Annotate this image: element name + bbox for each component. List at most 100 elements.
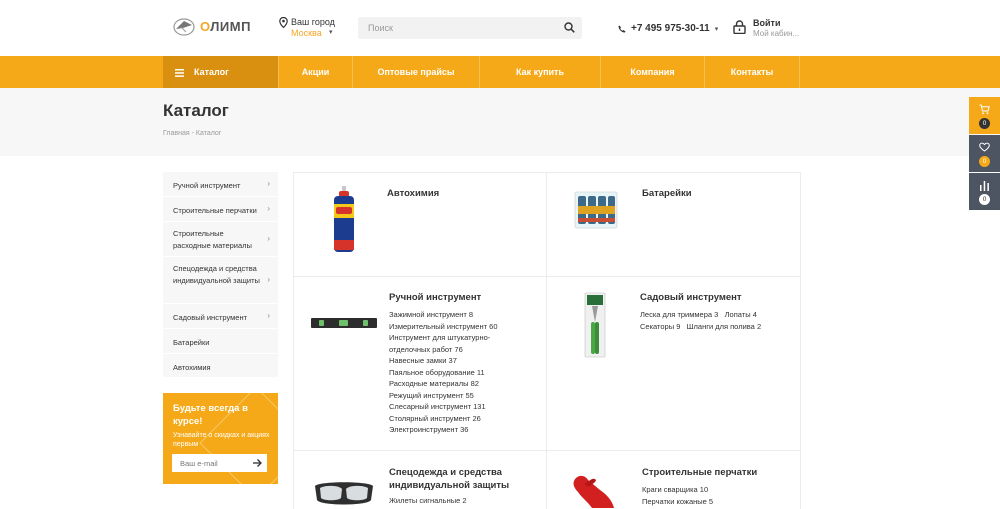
subcategory-list-gloves: Краги сварщика 10 Перчатки кожаные 5: [642, 484, 713, 507]
sidebar-item-label: Строительные расходные материалы: [173, 229, 252, 250]
chevron-down-icon[interactable]: ▾: [329, 28, 333, 36]
list-item[interactable]: Инструмент для штукатурно-: [389, 332, 498, 344]
sidebar-item-batteries[interactable]: Батарейки: [163, 329, 278, 354]
grid-divider: [546, 172, 547, 509]
chevron-right-icon: ›: [267, 311, 270, 320]
site-logo[interactable]: ОЛИМП: [172, 15, 251, 37]
breadcrumb-current: Каталог: [195, 130, 222, 137]
list-item[interactable]: Краги сварщика 10: [642, 484, 713, 496]
chevron-right-icon: ›: [267, 275, 270, 284]
map-pin-icon: [279, 17, 288, 28]
search-box: [358, 17, 582, 39]
sidebar-item-label: Спецодежда и средства индивидуальной защ…: [173, 264, 260, 285]
sidebar-item-label: Строительные перчатки: [173, 206, 257, 215]
nav-item-company[interactable]: Компания: [600, 56, 704, 88]
list-item-row: Леска для триммера 3 Лопаты 4: [640, 309, 761, 321]
nav-item-how-to-buy[interactable]: Как купить: [479, 56, 600, 88]
sidebar-item-label: Ручной инструмент: [173, 181, 241, 190]
list-item[interactable]: Лопаты 4: [725, 310, 757, 319]
list-item[interactable]: Зажимной инструмент 8: [389, 309, 498, 321]
sidebar-item-label: Автохимия: [173, 363, 211, 372]
floating-compare[interactable]: 0: [969, 173, 1000, 210]
subcategory-list-hand-tools: Зажимной инструмент 8 Измерительный инст…: [389, 309, 498, 436]
sidebar-item-label: Батарейки: [173, 338, 210, 347]
sidebar-menu: Ручной инструмент › Строительные перчатк…: [163, 172, 278, 378]
sidebar-item-consumables[interactable]: Строительные расходные материалы ›: [163, 222, 278, 257]
subscribe-title: Будьте всегда в курсе!: [173, 403, 248, 427]
breadcrumb-home[interactable]: Главная: [163, 130, 190, 137]
category-title-workwear[interactable]: Спецодежда и средства индивидуальной защ…: [389, 467, 509, 492]
list-item[interactable]: отделочных работ 76: [389, 344, 498, 356]
category-title-gloves[interactable]: Строительные перчатки: [642, 467, 757, 480]
menu-icon: [175, 68, 184, 77]
sidebar-item-garden-tools[interactable]: Садовый инструмент ›: [163, 304, 278, 329]
list-item[interactable]: Режущий инструмент 55: [389, 390, 498, 402]
list-item[interactable]: Расходные материалы 82: [389, 378, 498, 390]
list-item[interactable]: Электроинструмент 36: [389, 424, 498, 436]
list-item[interactable]: Измерительный инструмент 60: [389, 321, 498, 333]
chevron-right-icon: ›: [267, 204, 270, 213]
list-item[interactable]: Столярный инструмент 26: [389, 413, 498, 425]
compare-count-badge: 0: [979, 194, 990, 205]
list-item[interactable]: Паяльное оборудование 11: [389, 367, 498, 379]
cart-icon: [979, 104, 990, 115]
logo-text: ОЛИМП: [200, 18, 251, 34]
search-icon[interactable]: [564, 22, 575, 33]
category-title-batteries[interactable]: Батарейки: [642, 188, 692, 201]
city-value[interactable]: Москва: [291, 28, 322, 38]
phone-number[interactable]: +7 495 975-30-11: [631, 23, 710, 34]
autochem-image[interactable]: [328, 184, 360, 254]
chevron-down-icon[interactable]: ▾: [715, 25, 719, 33]
city-label: Ваш город: [291, 17, 335, 27]
subscribe-text: Узнавайте о скидках и акциях первым: [173, 432, 270, 448]
account-label[interactable]: Мой кабин...: [753, 29, 799, 38]
floating-favorites[interactable]: 0: [969, 135, 1000, 172]
arrow-right-icon[interactable]: [252, 458, 262, 468]
list-item[interactable]: Секаторы 9: [640, 322, 680, 331]
phone-icon: [618, 25, 626, 32]
favorites-count-badge: 0: [979, 156, 990, 167]
grid-divider: [800, 172, 801, 509]
gloves-image[interactable]: [570, 474, 618, 509]
nav-catalog-label: Каталог: [194, 67, 229, 77]
list-item[interactable]: Леска для триммера 3: [640, 310, 718, 319]
sidebar-item-gloves[interactable]: Строительные перчатки ›: [163, 197, 278, 222]
list-item[interactable]: Перчатки кожаные 5: [642, 496, 713, 508]
hand-tools-image[interactable]: [311, 316, 377, 330]
floating-cart[interactable]: 0: [969, 97, 1000, 134]
nav-catalog[interactable]: Каталог: [163, 56, 278, 88]
cart-count-badge: 0: [979, 118, 990, 129]
sidebar-item-workwear[interactable]: Спецодежда и средства индивидуальной защ…: [163, 257, 278, 304]
sidebar-item-label: Садовый инструмент: [173, 313, 248, 322]
list-item[interactable]: Слесарный инструмент 131: [389, 401, 498, 413]
heart-icon: [979, 142, 990, 152]
compare-chart-icon: [980, 181, 989, 191]
list-item[interactable]: Шланги для полива 2: [687, 322, 761, 331]
list-item[interactable]: Жилеты сигнальные 2: [389, 495, 467, 507]
catalog-grid: [293, 172, 801, 509]
nav-item-contacts[interactable]: Контакты: [704, 56, 800, 88]
nav-item-promotions[interactable]: Акции: [278, 56, 352, 88]
search-input[interactable]: [358, 17, 558, 39]
category-title-autochem[interactable]: Автохимия: [387, 188, 439, 201]
list-item[interactable]: Навесные замки 37: [389, 355, 498, 367]
email-field[interactable]: [172, 454, 247, 472]
nav-item-price-lists[interactable]: Оптовые прайсы: [352, 56, 479, 88]
grid-divider: [293, 450, 801, 451]
category-title-garden-tools[interactable]: Садовый инструмент: [640, 292, 742, 305]
batteries-image[interactable]: [574, 190, 618, 230]
sidebar-item-hand-tools[interactable]: Ручной инструмент ›: [163, 172, 278, 197]
phone-block[interactable]: +7 495 975-30-11 ▾: [618, 23, 718, 34]
garden-tools-image[interactable]: [583, 292, 607, 358]
olympus-logo-icon: [173, 18, 195, 36]
breadcrumb-separator: -: [191, 130, 194, 137]
category-title-hand-tools[interactable]: Ручной инструмент: [389, 292, 481, 305]
breadcrumb: Главная - Каталог: [163, 130, 221, 137]
grid-divider: [293, 276, 801, 277]
main-nav: Каталог Акции Оптовые прайсы Как купить …: [0, 56, 1000, 88]
login-label[interactable]: Войти: [753, 18, 780, 28]
chevron-right-icon: ›: [267, 234, 270, 243]
page-title: Каталог: [163, 101, 229, 120]
workwear-image[interactable]: [313, 478, 375, 509]
sidebar-item-autochem[interactable]: Автохимия: [163, 354, 278, 378]
